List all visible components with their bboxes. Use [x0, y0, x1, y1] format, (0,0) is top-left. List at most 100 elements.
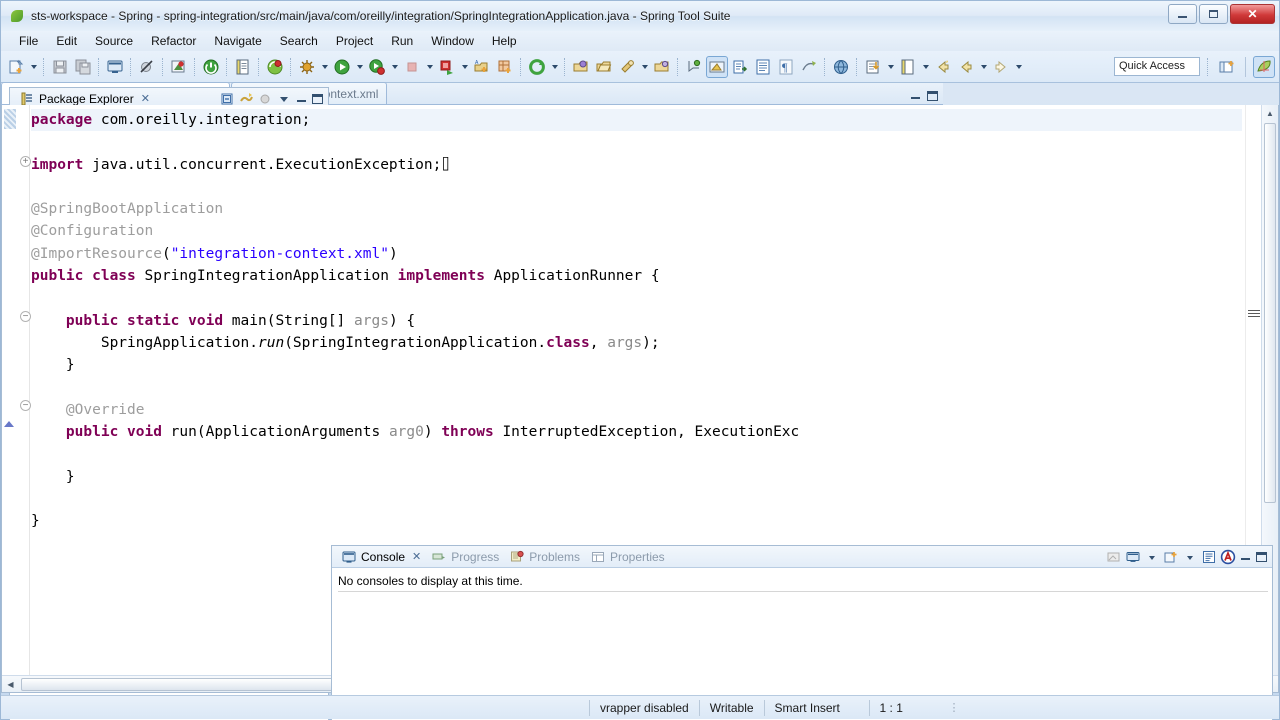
stop-icon[interactable]: [401, 56, 423, 78]
save-task-icon[interactable]: [862, 56, 884, 78]
toggle-mark-occurrences-icon[interactable]: [706, 55, 728, 78]
next-annotation-icon[interactable]: [683, 56, 705, 78]
tab-properties[interactable]: Properties: [585, 546, 670, 568]
status-insert-mode[interactable]: Smart Insert: [763, 699, 869, 716]
menu-refactor[interactable]: Refactor: [143, 32, 204, 50]
display-selected-console-menu-icon[interactable]: [1144, 549, 1160, 565]
link-editor-icon[interactable]: [729, 56, 751, 78]
fold-expand-icon[interactable]: +: [20, 156, 31, 167]
menu-run[interactable]: Run: [383, 32, 421, 50]
close-icon[interactable]: ✕: [141, 92, 150, 105]
run-icon[interactable]: [331, 56, 353, 78]
console-divider: [338, 591, 1268, 592]
status-vrapper[interactable]: vrapper disabled: [589, 699, 699, 716]
save-icon[interactable]: [49, 56, 71, 78]
forward-dropdown-icon[interactable]: [1013, 56, 1024, 78]
toolbar-separator: [824, 57, 826, 76]
code-token: }: [65, 357, 75, 374]
tab-problems[interactable]: Problems: [504, 546, 585, 568]
status-resize-grip-icon[interactable]: ⋮: [949, 702, 960, 713]
maximize-view-icon[interactable]: [311, 92, 324, 105]
vertical-scroll-thumb[interactable]: [1264, 123, 1276, 503]
stop-dropdown-icon[interactable]: [424, 56, 435, 78]
menu-help[interactable]: Help: [484, 32, 525, 50]
show-whitespace-icon[interactable]: ¶: [775, 56, 797, 78]
minimize-view-icon[interactable]: [295, 92, 308, 105]
last-search-icon[interactable]: [651, 56, 673, 78]
save-all-icon[interactable]: [72, 56, 94, 78]
open-console-icon: [1106, 549, 1122, 565]
open-resource-icon[interactable]: [593, 56, 615, 78]
search-icon[interactable]: [616, 56, 638, 78]
menu-project[interactable]: Project: [328, 32, 381, 50]
new-java-class-icon[interactable]: [494, 56, 516, 78]
open-web-browser-icon[interactable]: [830, 56, 852, 78]
toggle-breakpoint-icon[interactable]: [168, 56, 190, 78]
activate-task-icon[interactable]: [897, 56, 919, 78]
quick-access-input[interactable]: Quick Access: [1114, 57, 1200, 76]
minimize-editor-icon[interactable]: [909, 89, 922, 102]
refresh-dropdown-icon[interactable]: [549, 56, 560, 78]
new-boot-console-icon[interactable]: [104, 56, 126, 78]
main-toolbar: A ¶ Quick Access: [1, 51, 1279, 83]
run-boot-icon[interactable]: [366, 56, 388, 78]
console-content[interactable]: No consoles to display at this time.: [332, 568, 1272, 592]
minimize-view-icon[interactable]: [1239, 550, 1252, 563]
show-print-margin-icon[interactable]: [798, 56, 820, 78]
open-type-icon[interactable]: [570, 56, 592, 78]
maximize-button[interactable]: [1199, 4, 1228, 24]
previous-edit-icon[interactable]: [932, 56, 954, 78]
code-line: }: [31, 354, 1242, 376]
external-tools-dropdown-icon[interactable]: [459, 56, 470, 78]
scroll-left-icon[interactable]: ◀: [2, 676, 19, 693]
fold-collapse-icon[interactable]: −: [20, 400, 31, 411]
minimize-button[interactable]: [1168, 4, 1197, 24]
debug-boot-icon[interactable]: [264, 56, 286, 78]
back-dropdown-icon[interactable]: [978, 56, 989, 78]
toolbar-separator: [564, 57, 566, 76]
save-task-dropdown-icon[interactable]: [885, 56, 896, 78]
tab-console[interactable]: Console ✕: [336, 546, 426, 568]
open-task-icon[interactable]: [232, 56, 254, 78]
scroll-up-icon[interactable]: ▲: [1262, 105, 1278, 122]
activate-task-dropdown-icon[interactable]: [920, 56, 931, 78]
debug-dropdown-icon[interactable]: [319, 56, 330, 78]
new-console-view-icon[interactable]: [1163, 549, 1179, 565]
external-tools-icon[interactable]: [436, 56, 458, 78]
new-wizard-dropdown-icon[interactable]: [28, 56, 39, 78]
run-dropdown-icon[interactable]: [354, 56, 365, 78]
show-source-icon[interactable]: [752, 56, 774, 78]
close-icon[interactable]: ✕: [412, 550, 421, 563]
open-perspective-icon[interactable]: [1216, 56, 1238, 78]
fold-collapse-icon[interactable]: −: [20, 311, 31, 322]
menu-edit[interactable]: Edit: [48, 32, 85, 50]
new-console-view-menu-icon[interactable]: [1182, 549, 1198, 565]
close-button[interactable]: ✕: [1230, 4, 1275, 24]
menu-navigate[interactable]: Navigate: [206, 32, 269, 50]
menu-file[interactable]: File: [11, 32, 46, 50]
forward-icon[interactable]: [990, 56, 1012, 78]
editor-gutter[interactable]: + − −: [2, 105, 31, 675]
run-boot-dropdown-icon[interactable]: [389, 56, 400, 78]
maximize-view-icon[interactable]: [1255, 550, 1268, 563]
code-token: throws: [441, 424, 494, 441]
ansi-console-icon[interactable]: [1220, 549, 1236, 565]
new-java-package-icon[interactable]: A: [471, 56, 493, 78]
search-dropdown-icon[interactable]: [639, 56, 650, 78]
tab-progress[interactable]: Progress: [426, 546, 504, 568]
back-icon[interactable]: [955, 56, 977, 78]
terminate-icon[interactable]: [200, 56, 222, 78]
skip-breakpoints-icon[interactable]: [136, 56, 158, 78]
menu-window[interactable]: Window: [423, 32, 482, 50]
display-selected-console-icon[interactable]: [1125, 549, 1141, 565]
menu-search[interactable]: Search: [272, 32, 326, 50]
menu-source[interactable]: Source: [87, 32, 141, 50]
word-wrap-icon[interactable]: [1201, 549, 1217, 565]
code-token: com.oreilly.integration;: [92, 112, 311, 128]
spring-perspective-icon[interactable]: [1253, 55, 1275, 78]
new-wizard-icon[interactable]: [5, 56, 27, 78]
maximize-editor-icon[interactable]: [926, 89, 939, 102]
window-controls: ✕: [1168, 4, 1275, 24]
debug-icon[interactable]: [296, 56, 318, 78]
refresh-icon[interactable]: [526, 56, 548, 78]
